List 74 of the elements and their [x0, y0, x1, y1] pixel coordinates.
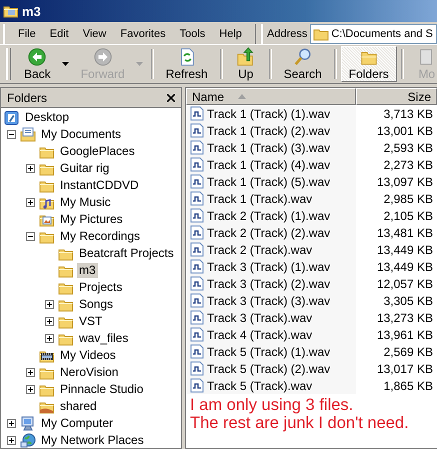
expand-icon[interactable] [26, 164, 35, 173]
file-size: 13,273 KB [376, 310, 434, 324]
dropdown-caret-icon[interactable] [62, 62, 70, 66]
expand-icon[interactable] [7, 436, 16, 445]
up-button[interactable]: Up [226, 46, 265, 82]
file-size: 3,305 KB [382, 294, 434, 308]
expand-icon[interactable] [26, 385, 35, 394]
file-size: 12,057 KB [376, 276, 434, 290]
tree-item[interactable]: wav_files [77, 331, 130, 346]
tree-item[interactable]: InstantCDDVD [58, 178, 141, 193]
expand-icon[interactable] [26, 368, 35, 377]
expand-icon[interactable] [45, 334, 54, 343]
tree-item[interactable]: shared [58, 399, 99, 414]
file-size: 2,593 KB [382, 140, 434, 154]
tree-item[interactable]: Projects [77, 280, 124, 295]
column-header[interactable]: Name [186, 88, 356, 105]
search-button[interactable]: Search [276, 46, 330, 82]
tree-item[interactable]: Desktop [23, 110, 72, 125]
tree-item[interactable]: My Music [58, 195, 113, 210]
collapse-icon[interactable] [7, 130, 16, 139]
expand-icon[interactable] [7, 419, 16, 428]
file-size: 3,713 KB [382, 106, 434, 120]
tree-item[interactable]: Beatcraft Projects [77, 246, 176, 261]
expand-icon[interactable] [26, 198, 35, 207]
window-title: m3 [22, 4, 41, 18]
column-header[interactable]: Size [356, 88, 437, 105]
folder-icon [313, 27, 330, 41]
network-places-icon [20, 432, 36, 448]
tree-item[interactable]: Pinnacle Studio [58, 382, 146, 397]
address-label: Address [267, 28, 308, 40]
address-field[interactable]: C:\Documents and S [310, 24, 437, 44]
file-size: 13,449 KB [376, 242, 434, 256]
collapse-icon[interactable] [26, 232, 35, 241]
tree-item[interactable]: GooglePlaces [58, 144, 137, 159]
tree-item[interactable]: My Pictures [58, 212, 125, 227]
close-icon [167, 94, 175, 102]
tree-item[interactable]: VST [77, 314, 104, 329]
menu-item[interactable]: Tools [172, 28, 212, 40]
back-button[interactable]: Back [16, 46, 59, 82]
file-size: 13,097 KB [376, 174, 434, 188]
file-size: 13,961 KB [376, 328, 434, 342]
expand-icon[interactable] [45, 317, 54, 326]
menu-item[interactable]: Favorites [113, 28, 173, 40]
folders-button[interactable]: Folders [340, 46, 397, 82]
tree-item[interactable]: My Computer [39, 416, 116, 431]
documents-icon [20, 126, 36, 142]
file-size: 13,481 KB [376, 226, 434, 240]
tree-item[interactable]: My Network Places [39, 433, 146, 448]
desktop-icon [4, 110, 20, 126]
tree-item[interactable]: My Videos [58, 348, 118, 363]
file-size: 2,569 KB [382, 344, 434, 358]
menu-item[interactable]: Edit [42, 28, 76, 40]
file-size: 13,017 KB [376, 362, 434, 376]
menu-item[interactable]: File [11, 28, 43, 40]
annotation-text: The rest are junk I don't need. [190, 414, 409, 432]
refresh-button[interactable]: Refresh [158, 46, 216, 82]
menu-item[interactable]: View [76, 28, 114, 40]
file-size: 2,273 KB [382, 158, 434, 172]
computer-icon [20, 416, 36, 432]
tree-item[interactable]: My Recordings [58, 229, 142, 244]
tree-item[interactable]: NeroVision [58, 365, 120, 380]
annotation-text: I am only using 3 files. [190, 396, 354, 414]
tree-item[interactable]: Songs [77, 297, 116, 312]
file-size: 2,105 KB [382, 208, 434, 222]
file-size: 2,985 KB [382, 192, 434, 206]
file-size: 13,001 KB [376, 124, 434, 138]
expand-icon[interactable] [45, 300, 54, 309]
tree-item[interactable]: My Documents [39, 127, 124, 142]
menu-item[interactable]: Help [212, 28, 249, 40]
pane-title: Folders [7, 90, 48, 104]
tree-item[interactable]: Guitar rig [58, 161, 112, 176]
file-size: 13,449 KB [376, 260, 434, 274]
file-size: 1,865 KB [382, 378, 434, 392]
tree-item[interactable]: m3 [77, 263, 98, 278]
